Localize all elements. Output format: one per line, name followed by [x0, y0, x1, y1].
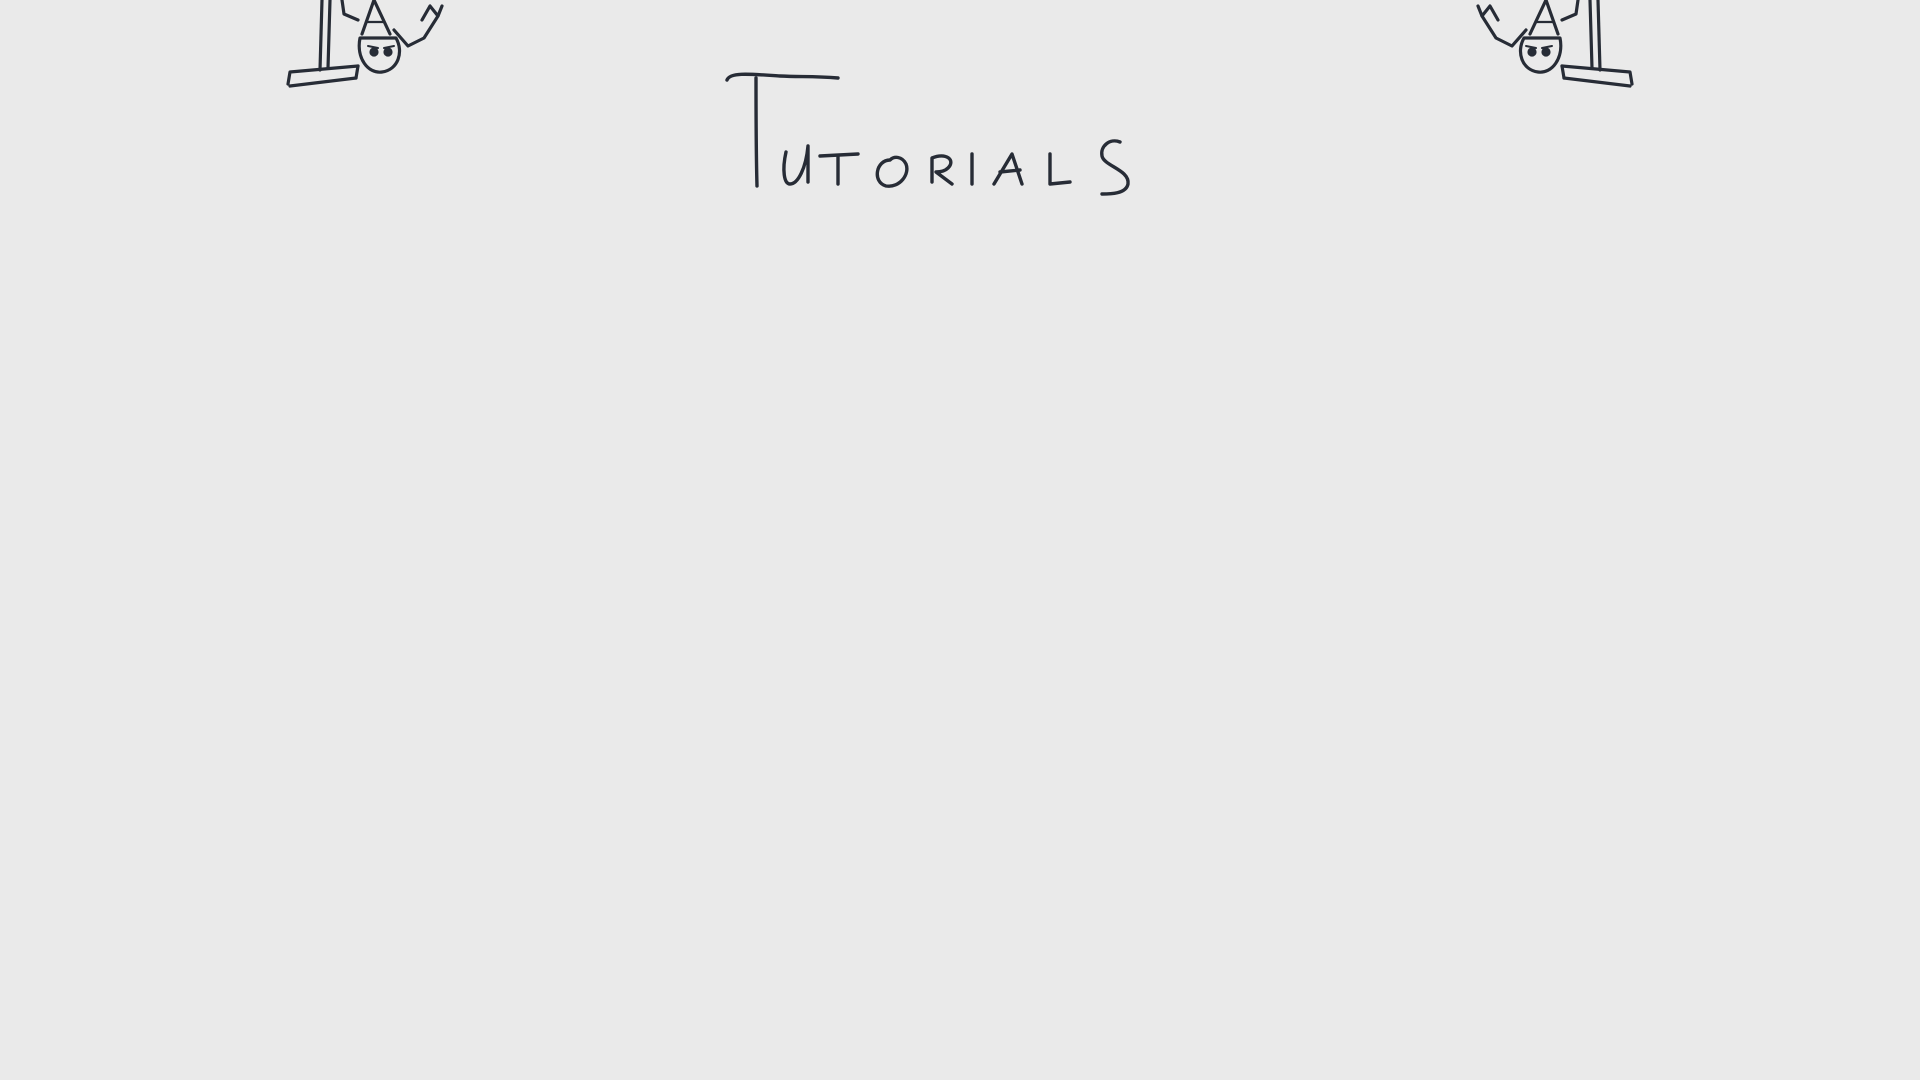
page-title: Tutorials [710, 60, 1180, 200]
hanging-gnome-right-icon [1468, 0, 1638, 92]
hanging-gnome-left-icon [282, 0, 452, 92]
tutorials-screen: Tutorials [0, 0, 1920, 1080]
